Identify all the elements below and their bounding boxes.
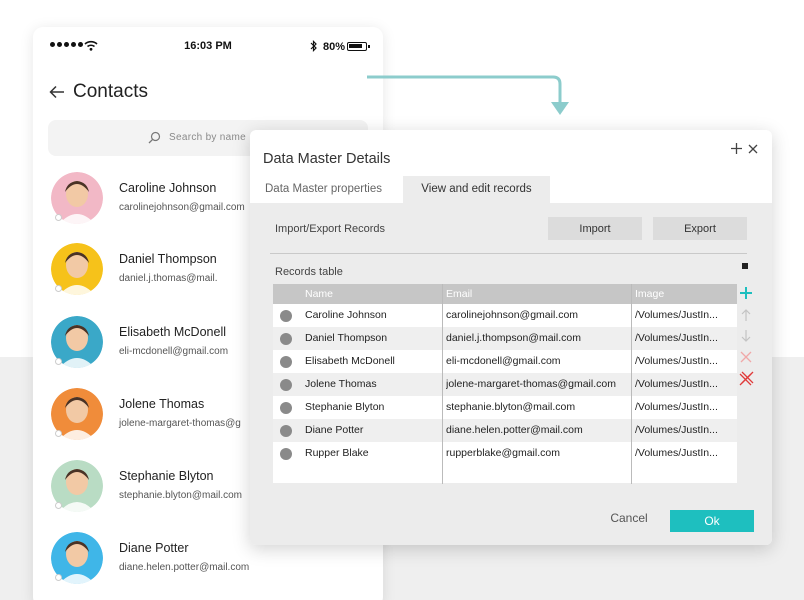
cell-email[interactable]: carolinejohnson@gmail.com <box>446 304 632 327</box>
add-row-icon[interactable] <box>739 286 753 300</box>
ok-button[interactable]: Ok <box>670 510 754 532</box>
dialog-body: Import/Export Records Import Export Reco… <box>250 203 772 545</box>
row-status-dot <box>280 379 292 391</box>
table-row[interactable]: Stephanie Blyton stephanie.blyton@mail.co… <box>273 396 737 419</box>
plus-icon[interactable] <box>730 142 743 155</box>
table-body: Caroline Johnson carolinejohnson@gmail.co… <box>273 304 737 465</box>
table-row[interactable]: Daniel Thompson daniel.j.thompson@mail.co… <box>273 327 737 350</box>
back-arrow-icon[interactable] <box>49 85 65 99</box>
cell-image[interactable]: /Volumes/JustIn... <box>635 442 735 465</box>
status-dot <box>55 358 62 365</box>
cell-name[interactable]: Elisabeth McDonell <box>305 350 441 373</box>
contact-email: eli-mcdonell@gmail.com <box>119 346 229 357</box>
row-status-dot <box>280 310 292 322</box>
column-separator <box>631 284 632 484</box>
cell-image[interactable]: /Volumes/JustIn... <box>635 396 735 419</box>
cell-name[interactable]: Diane Potter <box>305 419 441 442</box>
contact-name: Daniel Thompson <box>119 252 217 266</box>
cell-email[interactable]: stephanie.blyton@mail.com <box>446 396 632 419</box>
cell-image[interactable]: /Volumes/JustIn... <box>635 373 735 396</box>
status-dot <box>55 430 62 437</box>
bluetooth-icon <box>310 40 317 52</box>
column-header-name[interactable]: Name <box>298 284 333 304</box>
cell-name[interactable]: Rupper Blake <box>305 442 441 465</box>
status-dot <box>55 574 62 581</box>
table-header: Name Email Image <box>273 284 737 304</box>
cell-name[interactable]: Jolene Thomas <box>305 373 441 396</box>
cell-email[interactable]: rupperblake@gmail.com <box>446 442 632 465</box>
cell-image[interactable]: /Volumes/JustIn... <box>635 304 735 327</box>
status-dot <box>55 214 62 221</box>
tab-bar: Data Master properties View and edit rec… <box>250 176 772 203</box>
tab-data-master-properties[interactable]: Data Master properties <box>265 176 382 203</box>
connector-arrow-icon <box>367 75 569 115</box>
table-row[interactable]: Elisabeth McDonell eli-mcdonell@gmail.com… <box>273 350 737 373</box>
cancel-button[interactable]: Cancel <box>600 507 658 529</box>
contact-name: Caroline Johnson <box>119 181 217 195</box>
battery-percent: 80% <box>323 41 346 53</box>
table-row[interactable]: Caroline Johnson carolinejohnson@gmail.co… <box>273 304 737 327</box>
cell-image[interactable]: /Volumes/JustIn... <box>635 350 735 373</box>
contact-name: Elisabeth McDonell <box>119 325 226 339</box>
cell-email[interactable]: diane.helen.potter@mail.com <box>446 419 632 442</box>
contact-name: Jolene Thomas <box>119 397 205 411</box>
move-up-icon[interactable] <box>739 308 753 322</box>
contact-email: stephanie.blyton@mail.com <box>119 490 242 501</box>
table-row[interactable]: Jolene Thomas jolene-margaret-thomas@gmai… <box>273 373 737 396</box>
battery-icon <box>347 42 370 51</box>
empty-row <box>273 465 737 483</box>
square-handle-icon[interactable] <box>742 263 748 269</box>
export-button[interactable]: Export <box>653 217 747 240</box>
cell-image[interactable]: /Volumes/JustIn... <box>635 327 735 350</box>
status-bar: 16:03 PM 80% <box>33 39 383 55</box>
delete-row-icon[interactable] <box>739 350 753 364</box>
search-icon <box>148 131 161 144</box>
status-dot <box>55 285 62 292</box>
row-status-dot <box>280 356 292 368</box>
divider <box>270 253 747 254</box>
row-status-dot <box>280 402 292 414</box>
column-header-email[interactable]: Email <box>439 284 472 304</box>
cell-name[interactable]: Stephanie Blyton <box>305 396 441 419</box>
status-dot <box>55 502 62 509</box>
search-placeholder: Search by name <box>169 132 247 143</box>
dialog-title: Data Master Details <box>263 151 391 167</box>
delete-all-icon[interactable] <box>738 371 754 387</box>
table-row[interactable]: Rupper Blake rupperblake@gmail.com/Volume… <box>273 442 737 465</box>
contact-email: carolinejohnson@gmail.com <box>119 202 245 213</box>
contact-email: daniel.j.thomas@mail. <box>119 273 218 284</box>
column-header-image[interactable]: Image <box>628 284 664 304</box>
contact-email: diane.helen.potter@mail.com <box>119 562 250 573</box>
cell-email[interactable]: daniel.j.thompson@mail.com <box>446 327 632 350</box>
import-button[interactable]: Import <box>548 217 642 240</box>
records-table-label: Records table <box>275 266 343 278</box>
cell-name[interactable]: Caroline Johnson <box>305 304 441 327</box>
records-table: Name Email Image Caroline Johnson carolin… <box>273 284 737 484</box>
row-status-dot <box>280 448 292 460</box>
cell-email[interactable]: jolene-margaret-thomas@gmail.com <box>446 373 632 396</box>
close-icon[interactable] <box>748 144 758 154</box>
cell-email[interactable]: eli-mcdonell@gmail.com <box>446 350 632 373</box>
cell-name[interactable]: Daniel Thompson <box>305 327 441 350</box>
contact-name: Diane Potter <box>119 541 189 555</box>
cell-image[interactable]: /Volumes/JustIn... <box>635 419 735 442</box>
page-title: Contacts <box>73 81 148 102</box>
contact-name: Stephanie Blyton <box>119 469 214 483</box>
tab-view-and-edit-records[interactable]: View and edit records <box>403 176 550 203</box>
column-separator <box>442 284 443 484</box>
move-down-icon[interactable] <box>739 329 753 343</box>
contact-email: jolene-margaret-thomas@g <box>119 418 241 429</box>
row-status-dot <box>280 425 292 437</box>
import-export-label: Import/Export Records <box>275 223 386 235</box>
row-status-dot <box>280 333 292 345</box>
table-row[interactable]: Diane Potter diane.helen.potter@mail.com /… <box>273 419 737 442</box>
data-master-dialog: Data Master Details Data Master properti… <box>250 130 772 545</box>
